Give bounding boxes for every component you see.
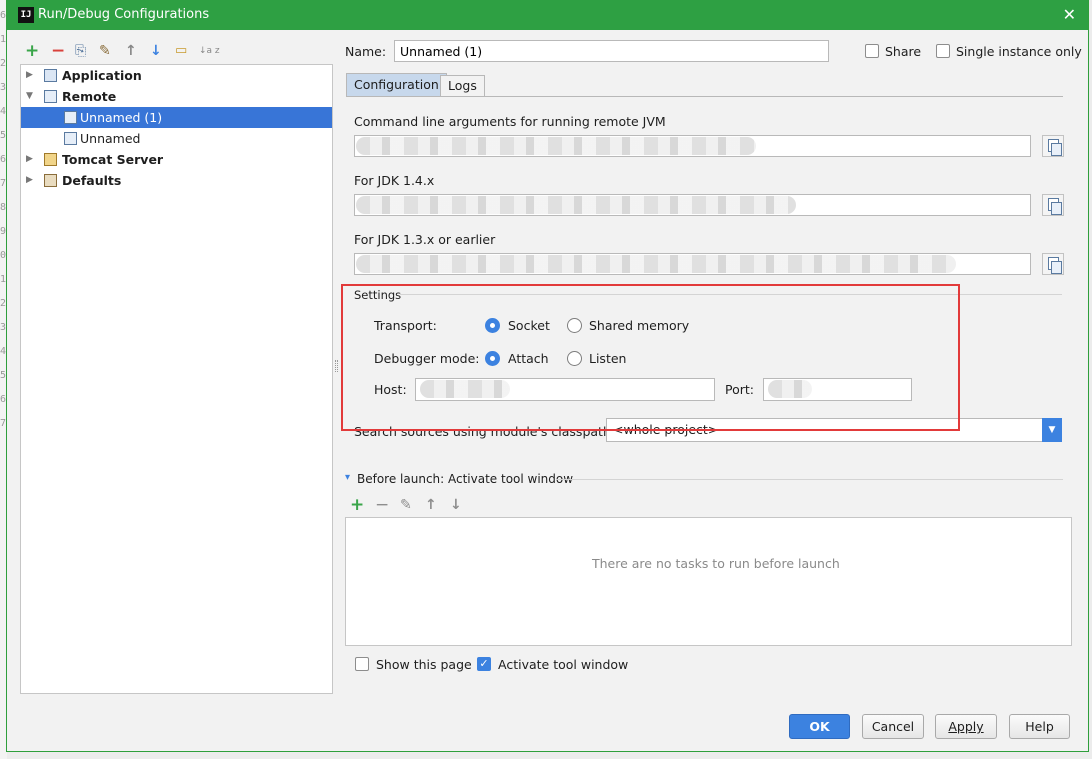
show-this-page-label: Show this page xyxy=(376,657,472,672)
remote-config-icon xyxy=(64,111,77,124)
chevron-down-icon[interactable]: ▼ xyxy=(1042,418,1062,442)
tree-item-label: Application xyxy=(62,68,142,83)
ok-button[interactable]: OK xyxy=(789,714,850,739)
tree-item-application[interactable]: ▶ Application xyxy=(21,65,332,86)
dialog-titlebar[interactable]: IJ Run/Debug Configurations ✕ xyxy=(7,0,1088,30)
tree-item-unnamed[interactable]: Unnamed xyxy=(21,128,332,149)
tree-item-label: Unnamed xyxy=(80,131,141,146)
tree-item-tomcat-server[interactable]: ▶ Tomcat Server xyxy=(21,149,332,170)
expand-arrow-icon[interactable]: ▶ xyxy=(26,149,33,170)
remote-icon xyxy=(44,90,57,103)
copy-icon[interactable] xyxy=(1042,135,1064,157)
splitter-handle[interactable] xyxy=(335,360,338,372)
expand-arrow-icon[interactable]: ▶ xyxy=(26,170,33,191)
redacted-text xyxy=(356,137,756,155)
single-instance-checkbox[interactable] xyxy=(936,44,950,58)
name-label: Name: xyxy=(345,44,387,59)
dialog-title: Run/Debug Configurations xyxy=(38,7,210,22)
tomcat-icon xyxy=(44,153,57,166)
move-task-down-icon[interactable]: ↓ xyxy=(450,497,462,513)
wrench-icon xyxy=(44,174,57,187)
cancel-button[interactable]: Cancel xyxy=(862,714,924,739)
name-input[interactable] xyxy=(394,40,829,62)
cmd-args-label: Command line arguments for running remot… xyxy=(354,114,666,129)
copy-configuration-icon[interactable]: ⎘ xyxy=(75,43,86,59)
share-label: Share xyxy=(885,44,922,59)
intellij-app-icon: IJ xyxy=(18,7,34,23)
copy-icon[interactable] xyxy=(1042,194,1064,216)
add-task-icon[interactable]: + xyxy=(350,495,364,515)
jdk13-label: For JDK 1.3.x or earlier xyxy=(354,232,496,247)
copy-icon[interactable] xyxy=(1042,253,1064,275)
collapse-arrow-icon[interactable]: ▼ xyxy=(26,86,33,107)
add-configuration-icon[interactable]: + xyxy=(25,43,39,60)
tree-item-label: Tomcat Server xyxy=(62,152,164,167)
activate-tool-window-label: Activate tool window xyxy=(498,657,629,672)
help-button[interactable]: Help xyxy=(1009,714,1070,739)
folder-icon[interactable]: ▭ xyxy=(175,43,187,59)
move-up-icon[interactable]: ↑ xyxy=(125,43,137,59)
remove-task-icon[interactable]: − xyxy=(375,495,389,515)
redacted-text xyxy=(356,196,796,214)
collapse-triangle-icon[interactable]: ▾ xyxy=(345,472,350,483)
application-icon xyxy=(44,69,57,82)
before-launch-title: Before launch: Activate tool window xyxy=(357,472,574,486)
expand-arrow-icon[interactable]: ▶ xyxy=(26,65,33,86)
activate-tool-window-checkbox[interactable]: ✓ xyxy=(477,657,491,671)
redacted-text xyxy=(356,255,956,273)
remote-config-icon xyxy=(64,132,77,145)
jdk14-label: For JDK 1.4.x xyxy=(354,173,435,188)
annotation-highlight-box xyxy=(341,284,960,431)
edit-task-icon[interactable]: ✎ xyxy=(400,497,412,513)
move-task-up-icon[interactable]: ↑ xyxy=(425,497,437,513)
tab-logs[interactable]: Logs xyxy=(440,75,485,96)
tree-item-label: Defaults xyxy=(62,173,122,188)
before-launch-task-list[interactable] xyxy=(345,517,1072,646)
tree-item-label: Remote xyxy=(62,89,117,104)
share-checkbox[interactable] xyxy=(865,44,879,58)
empty-task-list-text: There are no tasks to run before launch xyxy=(592,556,840,571)
single-instance-label: Single instance only xyxy=(956,44,1082,59)
remove-configuration-icon[interactable]: − xyxy=(51,43,65,60)
tab-configuration[interactable]: Configuration xyxy=(346,73,447,96)
tree-item-unnamed-1[interactable]: Unnamed (1) xyxy=(21,107,332,128)
tree-item-label: Unnamed (1) xyxy=(80,110,163,125)
close-icon[interactable]: ✕ xyxy=(1063,5,1076,24)
apply-button[interactable]: Apply xyxy=(935,714,997,739)
sort-icon[interactable]: ↓a z xyxy=(199,43,220,59)
show-this-page-checkbox[interactable] xyxy=(355,657,369,671)
move-down-icon[interactable]: ↓ xyxy=(150,43,162,59)
tree-item-defaults[interactable]: ▶ Defaults xyxy=(21,170,332,191)
tab-underline xyxy=(346,96,1063,97)
configuration-tree[interactable]: ▶ Application ▼ Remote Unnamed (1) Unnam… xyxy=(20,64,333,694)
tree-item-remote[interactable]: ▼ Remote xyxy=(21,86,332,107)
before-launch-group-line xyxy=(556,479,1063,480)
edit-defaults-icon[interactable]: ✎ xyxy=(99,43,111,59)
